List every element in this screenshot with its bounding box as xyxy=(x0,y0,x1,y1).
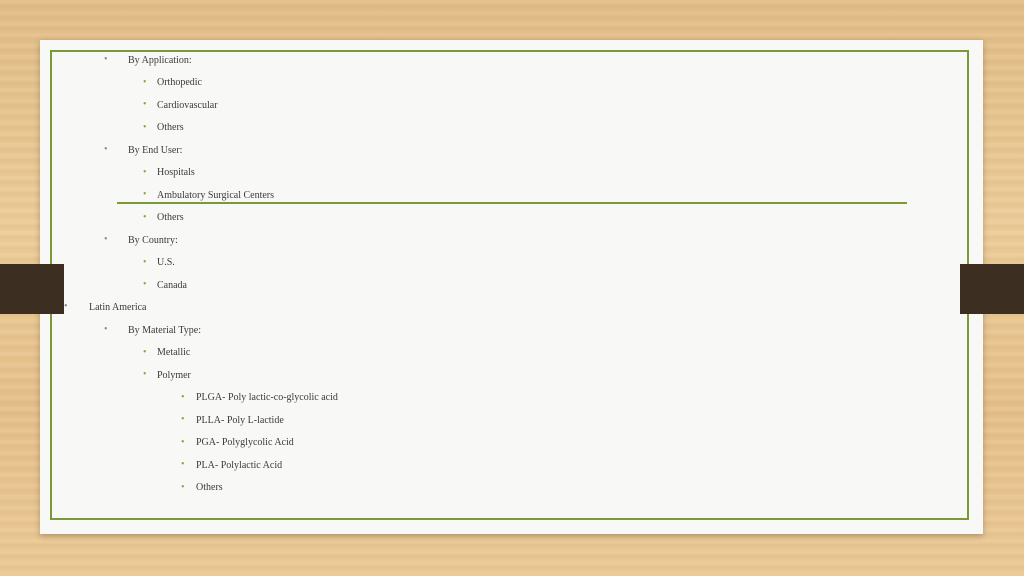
bullet-icon: • xyxy=(143,122,147,133)
outline-item-others: Others xyxy=(196,482,223,493)
bullet-icon: • xyxy=(143,167,147,178)
bullet-icon: • xyxy=(104,144,108,155)
left-tab xyxy=(0,264,64,314)
outline-item-by-application: By Application: xyxy=(128,55,192,66)
bullet-icon: • xyxy=(143,189,147,200)
outline-item-others: Others xyxy=(157,122,184,133)
bullet-icon: • xyxy=(143,279,147,290)
outline-item-pga: PGA- Polyglycolic Acid xyxy=(196,437,294,448)
divider-line xyxy=(117,202,907,204)
outline-item-pla: PLA- Polylactic Acid xyxy=(196,460,283,471)
bullet-icon: • xyxy=(181,459,185,470)
bullet-icon: • xyxy=(143,369,147,380)
outline-item-polymer: Polymer xyxy=(157,370,191,381)
outline-item-plga: PLGA- Poly lactic-co-glycolic acid xyxy=(196,392,338,403)
bullet-icon: • xyxy=(181,482,185,493)
bullet-icon: • xyxy=(181,437,185,448)
bullet-icon: • xyxy=(143,212,147,223)
outline-item-cardiovascular: Cardiovascular xyxy=(157,100,218,111)
right-tab xyxy=(960,264,1024,314)
bullet-icon: • xyxy=(104,324,108,335)
outline-item-canada: Canada xyxy=(157,280,187,291)
bullet-icon: • xyxy=(104,234,108,245)
outline-item-latin-america: Latin America xyxy=(89,302,147,313)
bullet-icon: • xyxy=(143,77,147,88)
bullet-icon: • xyxy=(181,414,185,425)
bullet-icon: • xyxy=(64,301,68,312)
bullet-icon: • xyxy=(181,392,185,403)
bullet-icon: • xyxy=(143,99,147,110)
outline-item-us: U.S. xyxy=(157,257,175,268)
bullet-icon: • xyxy=(143,257,147,268)
outline-item-orthopedic: Orthopedic xyxy=(157,77,202,88)
outline-item-others: Others xyxy=(157,212,184,223)
outline-item-hospitals: Hospitals xyxy=(157,167,195,178)
outline-item-by-material-type: By Material Type: xyxy=(128,325,201,336)
outline-item-plla: PLLA- Poly L-lactide xyxy=(196,415,284,426)
outline-item-by-country: By Country: xyxy=(128,235,178,246)
bullet-icon: • xyxy=(143,347,147,358)
outline-item-ambulatory: Ambulatory Surgical Centers xyxy=(157,190,275,201)
outline-item-by-end-user: By End User: xyxy=(128,145,183,156)
slide-frame xyxy=(50,50,969,520)
bullet-icon: • xyxy=(104,54,108,65)
outline-item-metallic: Metallic xyxy=(157,347,191,358)
